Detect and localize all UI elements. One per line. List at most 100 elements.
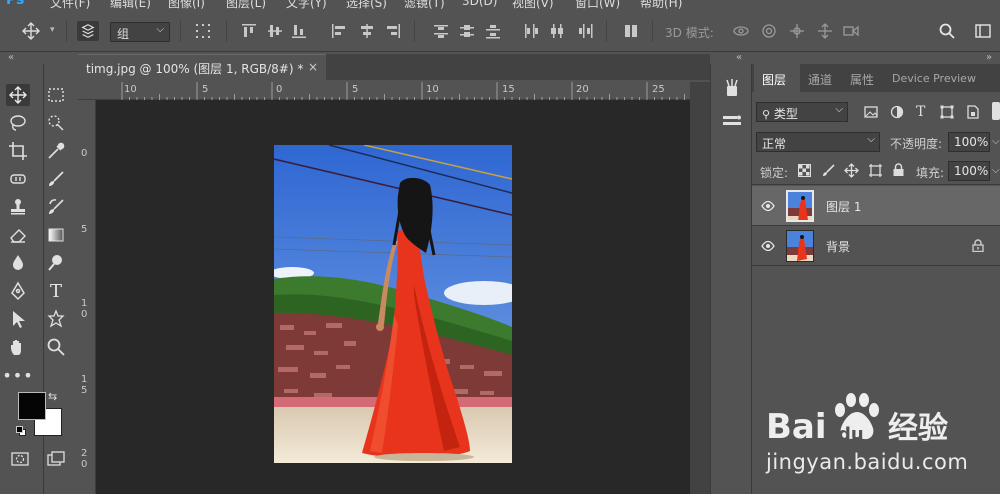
close-tab-icon[interactable]: × <box>308 60 318 74</box>
distribute-left-icon[interactable] <box>522 22 540 40</box>
hand-tool[interactable] <box>6 336 30 358</box>
distribute-bottom-icon[interactable] <box>484 22 502 40</box>
pen-tool[interactable] <box>6 280 30 302</box>
distribute-right-icon[interactable] <box>576 22 594 40</box>
fill-slider-chevron-icon[interactable]: ⌵ <box>992 165 1000 176</box>
quick-mask-tool[interactable] <box>8 448 32 470</box>
menu-view[interactable]: 视图(V) <box>512 0 554 10</box>
blur-tool[interactable] <box>6 252 30 274</box>
lock-transparent-icon[interactable] <box>798 164 811 177</box>
3d-roll-icon[interactable] <box>760 22 778 40</box>
edit-toolbar-button[interactable]: ••• <box>2 364 32 386</box>
foreground-color-swatch[interactable] <box>18 392 46 420</box>
layer-name[interactable]: 图层 1 <box>826 198 861 215</box>
visibility-eye-icon[interactable] <box>761 199 775 213</box>
align-top-icon[interactable] <box>240 22 258 40</box>
menu-file[interactable]: 文件(F) <box>50 0 90 10</box>
align-bottom-icon[interactable] <box>290 22 308 40</box>
eyedropper-tool[interactable] <box>44 140 68 162</box>
opacity-slider-chevron-icon[interactable]: ⌵ <box>992 136 1000 147</box>
layer-row[interactable]: 图层 1 <box>752 186 1000 226</box>
lock-position-icon[interactable] <box>844 163 859 178</box>
menu-3d[interactable]: 3D(D) <box>462 0 497 8</box>
healing-brush-tool[interactable] <box>6 168 30 190</box>
lock-pixels-icon[interactable] <box>822 164 835 177</box>
tool-preset-chevron-icon[interactable]: ▾ <box>50 25 55 35</box>
menu-type[interactable]: 文字(Y) <box>286 0 327 10</box>
3d-orbit-icon[interactable] <box>732 22 750 40</box>
screen-mode-tool[interactable] <box>44 448 68 470</box>
eraser-tool[interactable] <box>6 224 30 246</box>
menu-image[interactable]: 图像(I) <box>168 0 205 10</box>
tool-presets-icon[interactable] <box>721 78 743 100</box>
vertical-ruler[interactable]: 0 5 10 15 20 <box>78 100 96 494</box>
blend-mode-dropdown[interactable]: 正常 ⌵ <box>756 132 880 152</box>
filter-smart-object-icon[interactable] <box>966 105 980 119</box>
document-tab[interactable]: timg.jpg @ 100% (图层 1, RGB/8#) * × <box>78 54 326 80</box>
collapse-toolbar-icon[interactable]: « <box>8 52 14 63</box>
filter-pixel-icon[interactable] <box>864 105 878 119</box>
3d-pan-icon[interactable] <box>788 22 806 40</box>
align-right-icon[interactable] <box>384 22 402 40</box>
horizontal-ruler[interactable]: 10 5 0 5 10 15 20 25 <box>78 82 690 100</box>
lock-all-icon[interactable] <box>892 163 905 177</box>
collapse-panels-icon[interactable]: « <box>736 52 742 63</box>
zoom-tool[interactable] <box>44 336 68 358</box>
layer-filter-dropdown[interactable]: ⚲ 类型 ⌵ <box>756 102 848 122</box>
marquee-tool[interactable] <box>44 84 68 106</box>
document-image[interactable] <box>274 145 512 463</box>
vertical-scrollbar[interactable] <box>690 82 710 494</box>
workspace-icon[interactable] <box>974 22 992 40</box>
filter-type-icon[interactable]: T <box>916 104 925 120</box>
swap-colors-icon[interactable]: ⇆ <box>48 390 57 403</box>
type-tool[interactable]: T <box>44 280 68 302</box>
menu-window[interactable]: 窗口(W) <box>575 0 620 10</box>
3d-scale-icon[interactable] <box>842 22 860 40</box>
distribute-horizontal-center-icon[interactable] <box>548 22 566 40</box>
auto-select-dropdown[interactable]: 组 ⌵ <box>110 22 170 42</box>
history-brush-tool[interactable] <box>44 196 68 218</box>
menu-select[interactable]: 选择(S) <box>346 0 387 10</box>
filter-toggle[interactable] <box>992 102 1000 120</box>
distribute-top-icon[interactable] <box>432 22 450 40</box>
layer-name[interactable]: 背景 <box>826 238 850 255</box>
menu-edit[interactable]: 编辑(E) <box>110 0 151 10</box>
custom-shape-tool[interactable] <box>44 308 68 330</box>
crop-tool[interactable] <box>6 140 30 162</box>
clone-stamp-tool[interactable] <box>6 196 30 218</box>
filter-adjustment-icon[interactable] <box>890 105 904 119</box>
auto-select-icon[interactable] <box>77 21 99 41</box>
tab-layers[interactable]: 图层 <box>762 71 786 88</box>
default-colors-icon[interactable] <box>16 426 26 436</box>
move-tool-icon[interactable] <box>22 22 40 40</box>
visibility-eye-icon[interactable] <box>761 239 775 253</box>
brush-tool[interactable] <box>44 168 68 190</box>
align-left-icon[interactable] <box>330 22 348 40</box>
gradient-tool[interactable] <box>44 224 68 246</box>
quick-selection-tool[interactable] <box>44 112 68 134</box>
layer-row[interactable]: 背景 <box>752 226 1000 266</box>
tab-channels[interactable]: 通道 <box>808 71 832 88</box>
menu-help[interactable]: 帮助(H) <box>640 0 682 10</box>
menu-filter[interactable]: 滤镜(T) <box>404 0 445 10</box>
path-selection-tool[interactable] <box>6 308 30 330</box>
auto-align-layers-icon[interactable] <box>622 22 640 40</box>
fill-input[interactable]: 100% <box>948 161 990 181</box>
lasso-tool[interactable] <box>6 112 30 134</box>
filter-shape-icon[interactable] <box>940 105 954 119</box>
tab-device-preview[interactable]: Device Preview <box>892 72 976 85</box>
menu-layer[interactable]: 图层(L) <box>226 0 266 10</box>
move-tool[interactable] <box>6 84 30 106</box>
dodge-tool[interactable] <box>44 252 68 274</box>
align-vertical-center-icon[interactable] <box>266 22 284 40</box>
lock-artboard-icon[interactable] <box>868 163 883 178</box>
3d-slide-icon[interactable] <box>816 22 834 40</box>
brush-settings-icon[interactable] <box>721 110 743 132</box>
distribute-vertical-center-icon[interactable] <box>458 22 476 40</box>
show-transform-controls-icon[interactable] <box>194 22 212 40</box>
tab-properties[interactable]: 属性 <box>850 71 874 88</box>
align-horizontal-center-icon[interactable] <box>358 22 376 40</box>
collapse-right-icon[interactable]: » <box>986 52 992 63</box>
opacity-input[interactable]: 100% <box>948 132 990 152</box>
search-icon[interactable] <box>938 22 956 40</box>
